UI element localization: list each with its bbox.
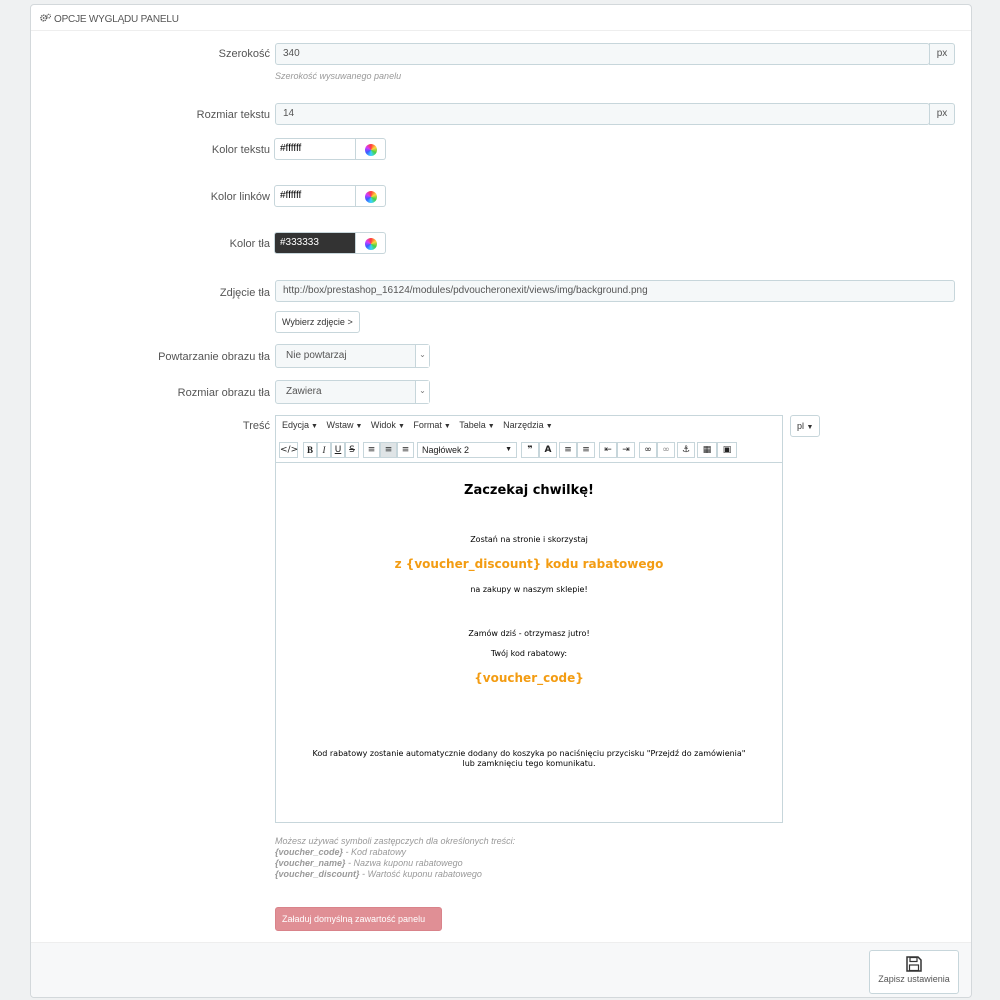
content-footer-2: lub zamknięciu tego komunikatu. — [462, 759, 596, 768]
numbered-list-icon[interactable]: ≡ — [577, 442, 595, 458]
italic-icon[interactable]: I — [317, 442, 331, 458]
caret-down-icon: ▼ — [806, 424, 814, 431]
width-input[interactable]: 340 — [275, 43, 930, 65]
link-color-picker-button[interactable] — [356, 185, 386, 207]
save-settings-button[interactable]: Zapisz ustawienia — [869, 950, 959, 994]
bg-color-input[interactable]: #333333 — [274, 232, 356, 254]
text-size-unit: px — [929, 103, 955, 125]
bg-image-input[interactable]: http://box/prestashop_16124/modules/pdvo… — [275, 280, 955, 302]
media-icon[interactable]: ▦ — [697, 442, 717, 458]
bg-image-label: Zdjęcie tła — [219, 287, 270, 299]
panel-title: OPCJE WYGLĄDU PANELU — [54, 14, 179, 25]
menu-format[interactable]: Format ▼ — [413, 420, 450, 430]
menu-table[interactable]: Tabela ▼ — [459, 420, 494, 430]
link-color-input[interactable]: #ffffff — [274, 185, 356, 207]
underline-icon[interactable]: U — [331, 442, 345, 458]
text-size-input[interactable]: 14 — [275, 103, 930, 125]
menu-view[interactable]: Widok ▼ — [371, 420, 405, 430]
language-value: pl — [797, 421, 805, 431]
panel-heading: OPCJE WYGLĄDU PANELU — [31, 5, 971, 31]
bg-size-value: Zawiera — [286, 386, 322, 397]
strikethrough-icon[interactable]: S — [345, 442, 359, 458]
language-dropdown[interactable]: pl ▼ — [790, 415, 820, 437]
content-code: {voucher_code} — [474, 671, 584, 685]
load-default-content-button[interactable]: Załaduj domyślną zawartość panelu — [275, 907, 442, 931]
menu-edit[interactable]: Edycja ▼ — [282, 420, 318, 430]
source-code-icon[interactable]: </> — [279, 442, 298, 458]
save-settings-label: Zapisz ustawienia — [878, 974, 950, 984]
bg-repeat-value: Nie powtarzaj — [286, 350, 347, 361]
choose-image-button[interactable]: Wybierz zdjęcie > — [275, 311, 360, 333]
link-color-label: Kolor linków — [210, 191, 270, 203]
content-discount: z {voucher_discount} kodu rabatowego — [394, 557, 664, 571]
heading-format-value: Nagłówek 2 — [422, 445, 470, 455]
rich-text-editor: Edycja ▼ Wstaw ▼ Widok ▼ Format ▼ Tabela ▼ Na… — [275, 415, 783, 823]
content-label: Treść — [242, 420, 270, 432]
text-color-picker-button[interactable] — [356, 138, 386, 160]
content-line-1: Zostań na stronie i skorzystaj — [470, 535, 588, 544]
bg-size-select[interactable]: Zawiera ⌄ — [275, 380, 430, 404]
width-help: Szerokość wysuwanego panelu — [275, 71, 402, 81]
image-icon[interactable]: ▣ — [717, 442, 737, 458]
align-left-icon[interactable]: ≡ — [363, 442, 380, 458]
text-color-icon[interactable]: A — [539, 442, 557, 458]
heading-format-select[interactable]: Nagłówek 2 ▼ — [417, 442, 517, 458]
bg-size-label: Rozmiar obrazu tła — [177, 387, 270, 399]
caret-down-icon: ▼ — [505, 446, 512, 453]
bg-repeat-select[interactable]: Nie powtarzaj ⌄ — [275, 344, 430, 368]
content-footer-1: Kod rabatowy zostanie automatycznie doda… — [312, 749, 746, 758]
panel-footer — [31, 942, 971, 997]
link-icon[interactable]: ∞ — [639, 442, 657, 458]
placeholder-hint-item: {voucher_code} - Kod rabatowy — [275, 847, 407, 857]
content-line-4: Twój kod rabatowy: — [490, 649, 568, 658]
bullet-list-icon[interactable]: ≡ — [559, 442, 577, 458]
editor-content-area[interactable]: Zaczekaj chwilkę! Zostań na stronie i sk… — [276, 462, 782, 822]
editor-menubar: Edycja ▼ Wstaw ▼ Widok ▼ Format ▼ Tabela ▼ Na… — [276, 416, 782, 436]
menu-insert[interactable]: Wstaw ▼ — [326, 420, 362, 430]
content-title: Zaczekaj chwilkę! — [464, 483, 594, 498]
content-line-3: Zamów dziś - otrzymasz jutro! — [468, 629, 590, 638]
align-center-icon[interactable]: ≡ — [380, 442, 397, 458]
color-wheel-icon — [365, 238, 377, 250]
chevron-down-icon: ⌄ — [415, 381, 429, 403]
chevron-down-icon: ⌄ — [415, 345, 429, 367]
align-right-icon[interactable]: ≡ — [397, 442, 414, 458]
width-label: Szerokość — [218, 48, 270, 60]
unlink-icon[interactable]: ∞ — [657, 442, 675, 458]
editor-toolbar: </> B I U S ≡ ≡ ≡ Nagłówek 2 ▼ ❞ A ≡ ≡ ⇤… — [279, 442, 779, 460]
text-size-label: Rozmiar tekstu — [196, 109, 270, 121]
text-color-input[interactable]: #ffffff — [274, 138, 356, 160]
text-color-label: Kolor tekstu — [211, 144, 270, 156]
width-unit: px — [929, 43, 955, 65]
menu-tools[interactable]: Narzędzia ▼ — [503, 420, 552, 430]
gears-icon — [40, 13, 51, 22]
bg-repeat-label: Powtarzanie obrazu tła — [158, 351, 270, 363]
outdent-icon[interactable]: ⇤ — [599, 442, 617, 458]
blockquote-icon[interactable]: ❞ — [521, 442, 539, 458]
floppy-disk-icon — [906, 956, 922, 972]
indent-icon[interactable]: ⇥ — [617, 442, 635, 458]
bold-icon[interactable]: B — [303, 442, 317, 458]
placeholder-hint-item: {voucher_discount} - Wartość kuponu raba… — [275, 869, 482, 879]
bg-color-label: Kolor tła — [229, 238, 270, 250]
placeholder-hint-intro: Możesz używać symboli zastępczych dla ok… — [275, 836, 516, 846]
placeholder-hint-item: {voucher_name} - Nazwa kuponu rabatowego — [275, 858, 463, 868]
bg-color-picker-button[interactable] — [356, 232, 386, 254]
content-line-2: na zakupy w naszym sklepie! — [470, 585, 588, 594]
color-wheel-icon — [365, 191, 377, 203]
color-wheel-icon — [365, 144, 377, 156]
anchor-icon[interactable]: ⚓ — [677, 442, 695, 458]
